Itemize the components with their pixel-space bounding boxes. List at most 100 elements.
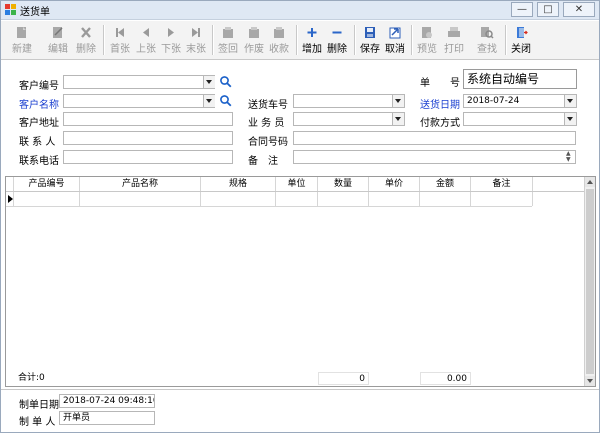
- customer-name-label: 客户名称: [19, 100, 59, 111]
- find-icon: [481, 27, 494, 39]
- scroll-down-icon[interactable]: [585, 376, 595, 386]
- col-unit[interactable]: 单位: [276, 177, 318, 191]
- scroll-up-icon[interactable]: [585, 177, 595, 187]
- search-icon[interactable]: [219, 75, 232, 88]
- col-product-code[interactable]: 产品编号: [14, 177, 80, 191]
- chevron-down-icon[interactable]: [392, 113, 404, 125]
- cell-remark[interactable]: [471, 192, 533, 206]
- app-icon: [5, 4, 16, 15]
- product-grid[interactable]: 产品编号 产品名称 规格 单位 数量 单价 金额 备注 合计:0 0 0.00: [5, 176, 596, 387]
- preview-button[interactable]: 预览: [414, 23, 440, 57]
- customer-name-select[interactable]: [63, 94, 215, 108]
- payment-method-select[interactable]: [463, 112, 577, 126]
- title-bar: 送货单 — □ ✕: [1, 1, 599, 20]
- total-quantity: 0: [318, 372, 369, 385]
- save-button[interactable]: 保存: [357, 23, 383, 57]
- edit-button[interactable]: 编辑: [45, 23, 71, 57]
- preview-icon: [422, 27, 432, 38]
- toolbar-separator: [411, 25, 413, 55]
- col-amount[interactable]: 金额: [420, 177, 471, 191]
- cell-spec[interactable]: [201, 192, 276, 206]
- next-record-button[interactable]: 下张: [158, 23, 184, 57]
- chevron-down-icon[interactable]: [564, 95, 576, 107]
- grid-totals-row: 合计:0 0 0.00: [6, 372, 586, 386]
- grid-header: 产品编号 产品名称 规格 单位 数量 单价 金额 备注: [6, 177, 586, 192]
- delivery-date-picker[interactable]: 2018-07-24: [463, 94, 577, 108]
- col-unit-price[interactable]: 单价: [369, 177, 420, 191]
- cancel-button[interactable]: 取消: [382, 23, 408, 57]
- salesperson-label: 业 务 员: [248, 118, 285, 129]
- customer-address-field[interactable]: [63, 112, 233, 126]
- close-button[interactable]: 关闭: [508, 23, 534, 57]
- cell-quantity[interactable]: [318, 192, 369, 206]
- vehicle-no-label: 送货车号: [248, 100, 288, 111]
- find-button[interactable]: 查找: [474, 23, 500, 57]
- void-button[interactable]: 作废: [241, 23, 267, 57]
- close-window-button[interactable]: ✕: [563, 2, 595, 17]
- creator-field: 开单员: [59, 411, 155, 425]
- new-button[interactable]: 新建: [9, 23, 35, 57]
- contact-phone-field[interactable]: [63, 150, 233, 164]
- prev-record-button[interactable]: 上张: [133, 23, 159, 57]
- remark-field[interactable]: [293, 150, 576, 164]
- cell-product-name[interactable]: [80, 192, 201, 206]
- vehicle-no-select[interactable]: [293, 94, 405, 108]
- last-record-button[interactable]: 末张: [183, 23, 209, 57]
- search-icon[interactable]: [219, 94, 232, 107]
- chevron-down-icon[interactable]: [564, 113, 576, 125]
- print-icon: [448, 27, 460, 37]
- next-icon: [168, 28, 174, 37]
- contract-no-label: 合同号码: [248, 137, 288, 148]
- toolbar: 新建 编辑 删除 首张 上张 下张 末张 签回 作废 收款 增加 删除 保存 取…: [1, 21, 599, 60]
- remark-label: 备 注: [248, 156, 278, 167]
- delete-button[interactable]: 删除: [73, 23, 99, 57]
- spin-arrows-icon[interactable]: ▲ ▼: [566, 151, 571, 163]
- cell-amount[interactable]: [420, 192, 471, 206]
- created-date-label: 制单日期: [19, 400, 59, 411]
- col-quantity[interactable]: 数量: [318, 177, 369, 191]
- contract-no-field[interactable]: [293, 131, 576, 145]
- receive-payment-icon: [274, 27, 284, 38]
- maximize-button[interactable]: □: [537, 2, 559, 17]
- salesperson-select[interactable]: [293, 112, 405, 126]
- doc-no-field: 系统自动编号: [463, 69, 577, 89]
- delivery-date-label: 送货日期: [420, 100, 460, 111]
- cancel-icon: [389, 27, 401, 39]
- close-door-icon: [517, 27, 528, 38]
- grid-corner: [6, 177, 14, 191]
- row-indicator-cell: [6, 192, 14, 206]
- print-button[interactable]: 打印: [441, 23, 467, 57]
- add-row-button[interactable]: 增加: [299, 23, 325, 57]
- created-date-field: 2018-07-24 09:48:10: [59, 394, 155, 408]
- receive-payment-button[interactable]: 收款: [266, 23, 292, 57]
- toolbar-separator: [212, 25, 214, 55]
- delete-row-button[interactable]: 删除: [324, 23, 350, 57]
- chevron-down-icon[interactable]: [203, 76, 215, 88]
- minimize-button[interactable]: —: [511, 2, 533, 17]
- vertical-scrollbar[interactable]: [584, 177, 595, 386]
- contact-label: 联 系 人: [19, 137, 56, 148]
- col-product-name[interactable]: 产品名称: [80, 177, 201, 191]
- save-icon: [365, 27, 375, 38]
- chevron-down-icon[interactable]: [203, 95, 215, 107]
- cell-unit-price[interactable]: [369, 192, 420, 206]
- col-remark[interactable]: 备注: [471, 177, 533, 191]
- plus-icon: [307, 28, 317, 37]
- col-spec[interactable]: 规格: [201, 177, 276, 191]
- cell-product-code[interactable]: [14, 192, 80, 206]
- contact-field[interactable]: [63, 131, 233, 145]
- scroll-thumb[interactable]: [586, 189, 594, 374]
- creator-label: 制 单 人: [19, 417, 56, 428]
- cell-unit[interactable]: [276, 192, 318, 206]
- chevron-down-icon[interactable]: [392, 95, 404, 107]
- delete-x-icon: [81, 27, 91, 38]
- void-icon: [249, 27, 259, 38]
- first-record-button[interactable]: 首张: [107, 23, 133, 57]
- customer-code-label: 客户编号: [19, 81, 59, 92]
- table-row[interactable]: [6, 192, 533, 207]
- toolbar-separator: [505, 25, 507, 55]
- toolbar-separator: [354, 25, 356, 55]
- delivery-date-value: 2018-07-24: [467, 96, 520, 106]
- customer-code-select[interactable]: [63, 75, 215, 89]
- sign-back-button[interactable]: 签回: [215, 23, 241, 57]
